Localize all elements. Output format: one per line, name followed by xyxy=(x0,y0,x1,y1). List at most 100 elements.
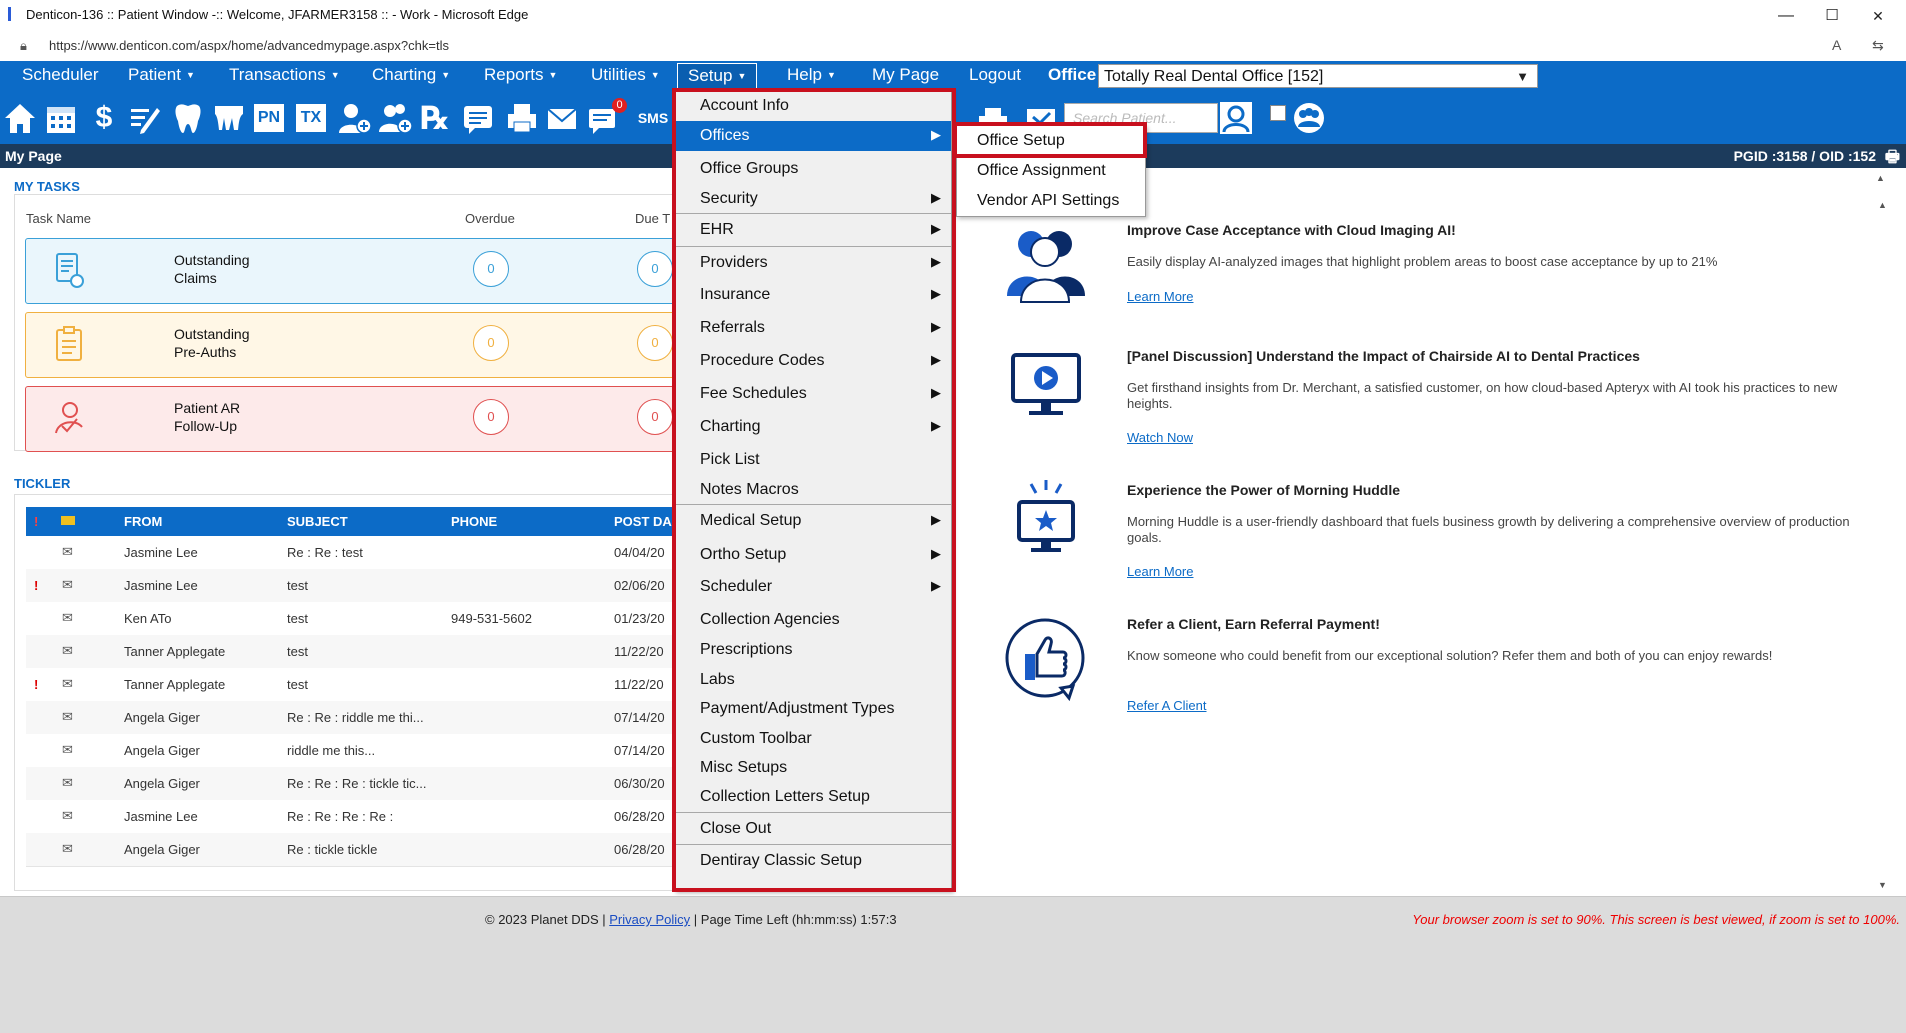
menu-item-offices[interactable]: Offices ▶ xyxy=(675,121,951,151)
menu-item-medical-setup[interactable]: Medical Setup ▶ xyxy=(675,506,951,536)
menu-item-prescriptions[interactable]: Prescriptions xyxy=(675,635,951,665)
nav-transactions[interactable]: Transactions ▼ xyxy=(229,61,340,91)
menu-item-charting[interactable]: Charting ▶ xyxy=(675,412,951,442)
promo-link[interactable]: Learn More xyxy=(1127,289,1193,304)
promo-link[interactable]: Refer A Client xyxy=(1127,698,1207,713)
menu-item-account-info[interactable]: Account Info xyxy=(675,91,951,121)
menu-item-misc-setups[interactable]: Misc Setups xyxy=(675,753,951,783)
maximize-button[interactable]: ☐ xyxy=(1810,2,1854,30)
menu-item-vendor-api-settings[interactable]: Vendor API Settings xyxy=(957,186,1145,216)
minimize-button[interactable]: — xyxy=(1764,2,1808,30)
envelope-icon[interactable] xyxy=(61,516,75,525)
scroll-up-icon[interactable]: ▲ xyxy=(1878,200,1887,210)
promo-link[interactable]: Watch Now xyxy=(1127,430,1193,445)
nav-setup[interactable]: Setup ▼ xyxy=(677,63,758,91)
table-row[interactable]: ! ✉ Tanner Applegate test 11/22/20 xyxy=(26,668,676,702)
tooth-icon[interactable] xyxy=(171,100,205,136)
menu-item-custom-toolbar[interactable]: Custom Toolbar xyxy=(675,724,951,754)
table-row[interactable]: ✉ Tanner Applegate test 11/22/20 xyxy=(26,635,676,669)
due-count[interactable]: 0 xyxy=(637,325,673,361)
menu-item-office-assignment[interactable]: Office Assignment xyxy=(957,156,1145,186)
overdue-count[interactable]: 0 xyxy=(473,325,509,361)
print-icon[interactable] xyxy=(505,100,539,136)
menu-item-office-groups[interactable]: Office Groups xyxy=(675,154,951,184)
nav-patient[interactable]: Patient ▼ xyxy=(128,61,195,91)
table-row[interactable]: ✉ Angela Giger Re : tickle tickle 06/28/20 xyxy=(26,833,676,867)
pn-icon[interactable]: PN xyxy=(254,104,284,132)
nav-scheduler[interactable]: Scheduler xyxy=(22,61,99,91)
menu-item-providers[interactable]: Providers ▶ xyxy=(675,248,951,278)
col-subject[interactable]: SUBJECT xyxy=(287,514,348,529)
table-row[interactable]: ✉ Ken ATo test 949-531-5602 01/23/20 xyxy=(26,602,676,636)
col-flag[interactable]: ! xyxy=(34,514,38,529)
col-phone[interactable]: PHONE xyxy=(451,514,497,529)
menu-item-dentiray-classic-setup[interactable]: Dentiray Classic Setup xyxy=(675,846,951,876)
nav-utilities[interactable]: Utilities ▼ xyxy=(591,61,660,91)
add-group-icon[interactable] xyxy=(378,100,412,136)
menu-item-scheduler[interactable]: Scheduler ▶ xyxy=(675,572,951,602)
promo-link[interactable]: Learn More xyxy=(1127,564,1193,579)
teeth-icon[interactable] xyxy=(212,100,246,136)
menu-item-ortho-setup[interactable]: Ortho Setup ▶ xyxy=(675,540,951,570)
read-aloud-icon[interactable]: A xyxy=(1832,37,1841,53)
lock-icon[interactable]: 🔒︎ xyxy=(20,38,27,54)
add-user-icon[interactable] xyxy=(337,100,371,136)
task-outstanding-preauths[interactable]: Outstanding Pre-Auths 0 0 xyxy=(25,312,682,378)
menu-item-referrals[interactable]: Referrals ▶ xyxy=(675,313,951,343)
rx-icon[interactable]: ℞ xyxy=(418,100,452,136)
menu-item-close-out[interactable]: Close Out xyxy=(675,814,951,844)
notes-icon[interactable] xyxy=(461,100,495,136)
calendar-icon[interactable] xyxy=(44,100,78,136)
privacy-policy-link[interactable]: Privacy Policy xyxy=(609,912,690,927)
table-row[interactable]: ✉ Jasmine Lee Re : Re : Re : Re : 06/28/20 xyxy=(26,800,676,834)
table-row[interactable]: ✉ Angela Giger Re : Re : riddle me thi... 0… xyxy=(26,701,676,735)
menu-item-procedure-codes[interactable]: Procedure Codes ▶ xyxy=(675,346,951,376)
tx-icon[interactable]: TX xyxy=(296,104,326,132)
table-row[interactable]: ✉ Angela Giger riddle me this... 07/14/20 xyxy=(26,734,676,768)
scroll-down-icon[interactable]: ▼ xyxy=(1878,880,1887,890)
task-outstanding-claims[interactable]: Outstanding Claims 0 0 xyxy=(25,238,682,304)
group-icon[interactable] xyxy=(1292,100,1326,136)
menu-item-insurance[interactable]: Insurance ▶ xyxy=(675,280,951,310)
menu-item-payment-adjustment-types[interactable]: Payment/Adjustment Types xyxy=(675,694,951,724)
menu-item-collection-letters-setup[interactable]: Collection Letters Setup xyxy=(675,782,951,812)
due-count[interactable]: 0 xyxy=(637,399,673,435)
outer-scroll-up-icon[interactable]: ▲ xyxy=(1876,168,1888,188)
home-icon[interactable] xyxy=(3,100,37,136)
cell-from: Jasmine Lee xyxy=(124,578,198,593)
menu-item-fee-schedules[interactable]: Fee Schedules ▶ xyxy=(675,379,951,409)
nav-logout[interactable]: Logout xyxy=(969,61,1021,91)
task-patient-ar-followup[interactable]: Patient AR Follow-Up 0 0 xyxy=(25,386,682,452)
url-text[interactable]: https://www.denticon.com/aspx/home/advan… xyxy=(49,38,449,53)
table-row[interactable]: ! ✉ Jasmine Lee test 02/06/20 xyxy=(26,569,676,603)
sms-icon[interactable]: SMS xyxy=(636,100,670,136)
overflow-icon[interactable]: ⇆ xyxy=(1872,37,1884,54)
edit-icon[interactable] xyxy=(127,100,161,136)
nav-my-page[interactable]: My Page xyxy=(872,61,939,91)
dollar-icon[interactable]: $ xyxy=(87,100,121,136)
nav-help[interactable]: Help ▼ xyxy=(787,61,836,91)
overdue-count[interactable]: 0 xyxy=(473,399,509,435)
menu-item-pick-list[interactable]: Pick List xyxy=(675,445,951,475)
window-title-bar: Denticon-136 :: Patient Window -:: Welco… xyxy=(0,0,1906,32)
nav-reports[interactable]: Reports ▼ xyxy=(484,61,557,91)
menu-item-collection-agencies[interactable]: Collection Agencies xyxy=(675,605,951,635)
menu-item-notes-macros[interactable]: Notes Macros xyxy=(675,475,951,505)
menu-item-ehr[interactable]: EHR ▶ xyxy=(675,215,951,245)
vertical-scrollbar[interactable]: ▲ ▼ xyxy=(1876,200,1888,890)
table-row[interactable]: ✉ Jasmine Lee Re : Re : test 04/04/20 xyxy=(26,536,676,570)
overdue-count[interactable]: 0 xyxy=(473,251,509,287)
nav-charting[interactable]: Charting ▼ xyxy=(372,61,450,91)
col-post-date[interactable]: POST DA xyxy=(614,514,672,529)
checkbox[interactable] xyxy=(1270,105,1286,121)
col-from[interactable]: FROM xyxy=(124,514,162,529)
close-button[interactable]: ✕ xyxy=(1856,2,1900,30)
mail-icon[interactable] xyxy=(545,100,579,136)
office-select[interactable]: Totally Real Dental Office [152] ▼ xyxy=(1098,64,1538,88)
patient-search-icon[interactable] xyxy=(1219,100,1253,136)
due-count[interactable]: 0 xyxy=(637,251,673,287)
menu-item-security[interactable]: Security ▶ xyxy=(675,184,951,214)
menu-item-labs[interactable]: Labs xyxy=(675,665,951,695)
menu-item-office-setup[interactable]: Office Setup xyxy=(957,126,1145,156)
table-row[interactable]: ✉ Angela Giger Re : Re : Re : tickle tic..… xyxy=(26,767,676,801)
